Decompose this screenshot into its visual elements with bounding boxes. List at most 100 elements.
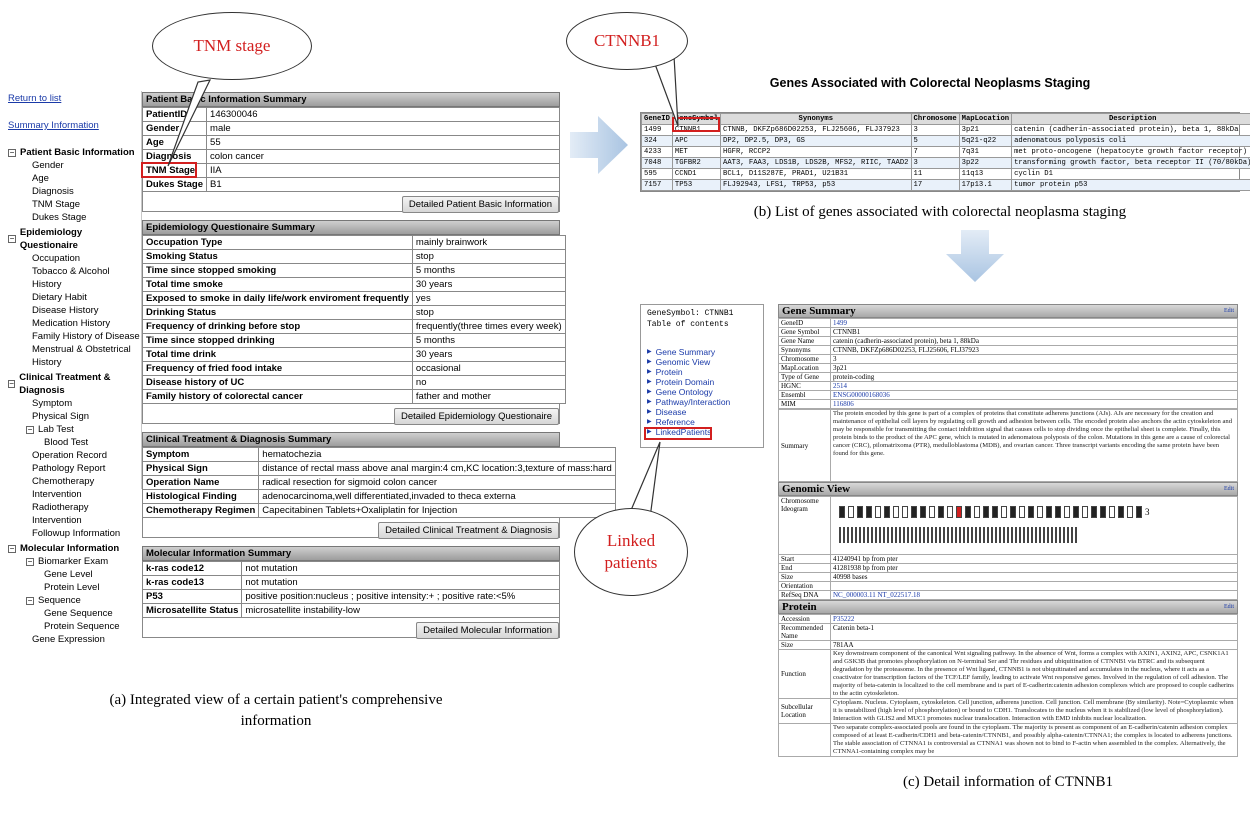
toc-item[interactable]: ▶ Gene Ontology — [647, 387, 757, 397]
toc-item-label[interactable]: Gene Ontology — [656, 387, 713, 397]
sidebar-subgroup[interactable]: − Sequence — [8, 594, 140, 607]
table-row[interactable]: 595 CCND1 BCL1, D11S287E, PRAD1, U21B31 11 1… — [641, 168, 1250, 180]
clinical-table: Symptom hematochezia Physical Sign distance… — [141, 447, 616, 518]
table-row: Chemotherapy Regimen Capecitabinen Tablet… — [141, 503, 616, 518]
table-cell[interactable]: CCND1 — [671, 168, 722, 180]
table-cell[interactable]: APC — [671, 135, 722, 147]
field-value[interactable]: 116806 — [830, 399, 1238, 409]
table-cell: 7048 — [641, 157, 673, 169]
sidebar-item[interactable]: Symptom — [8, 397, 140, 410]
chromosome-band — [1082, 506, 1088, 518]
summary-information-link[interactable]: Summary Information — [8, 119, 140, 132]
collapse-icon[interactable]: − — [8, 544, 16, 553]
sidebar-item[interactable]: Physical Sign — [8, 410, 140, 423]
sidebar-item[interactable]: Family History of Disease — [8, 330, 140, 343]
sidebar-item[interactable]: Followup Information — [8, 527, 140, 540]
band-tick — [1035, 527, 1037, 543]
detailed-clinical-button[interactable]: Detailed Clinical Treatment & Diagnosis — [378, 522, 559, 539]
field-value[interactable]: 2514 — [830, 381, 1238, 391]
chromosome-band — [1118, 506, 1124, 518]
field-value[interactable]: 1499 — [830, 318, 1238, 328]
table-cell: catenin (cadherin-associated protein), b… — [1011, 124, 1250, 136]
sidebar-item[interactable]: Pathology Report — [8, 462, 140, 475]
protein-edit-link[interactable]: Edit — [1224, 601, 1234, 613]
collapse-icon[interactable]: − — [26, 557, 34, 566]
toc-item[interactable]: ▶ Pathway/Interaction — [647, 397, 757, 407]
genes-table-wrap: GeneID GeneSymbol Synonyms Chromosome MapLoc… — [640, 112, 1250, 192]
sidebar-item[interactable]: Blood Test — [8, 436, 140, 449]
sidebar-item[interactable]: Dietary Habit — [8, 291, 140, 304]
toc-item[interactable]: ▶ Reference — [647, 417, 757, 427]
sidebar-item[interactable]: Diagnosis — [8, 185, 140, 198]
toc-item-label[interactable]: Pathway/Interaction — [656, 397, 731, 407]
sidebar-item[interactable]: TNM Stage — [8, 198, 140, 211]
toc-item[interactable]: ▶ Disease — [647, 407, 757, 417]
sidebar-item[interactable]: Dukes Stage — [8, 211, 140, 224]
toc-item[interactable]: ▶ Protein Domain — [647, 377, 757, 387]
toc-item-label[interactable]: Protein — [656, 367, 683, 377]
sidebar-item[interactable]: Chemotherapy Intervention — [8, 475, 140, 501]
table-row[interactable]: 324 APC DP2, DP2.5, DP3, GS 5 5q21-q22 adenom… — [641, 135, 1250, 147]
sidebar-item[interactable]: Protein Sequence — [8, 620, 140, 633]
table-row[interactable]: 7157 TP53 FLJ92943, LFS1, TRP53, p53 17 17p1… — [641, 179, 1250, 191]
collapse-icon[interactable]: − — [8, 235, 16, 243]
collapse-icon[interactable]: − — [8, 380, 16, 388]
sidebar-group[interactable]: − Epidemiology Questionaire — [8, 226, 140, 252]
sidebar-item[interactable]: Gene Level — [8, 568, 140, 581]
table-row[interactable]: 7048 TGFBR2 AAT3, FAA3, LDS1B, LDS2B, MFS2… — [641, 157, 1250, 169]
genomic-edit-link[interactable]: Edit — [1224, 483, 1234, 495]
sidebar-group[interactable]: − Clinical Treatment & Diagnosis — [8, 371, 140, 397]
sidebar-item[interactable]: Medication History — [8, 317, 140, 330]
sidebar-item[interactable]: Age — [8, 172, 140, 185]
toc-item-label[interactable]: Disease — [656, 407, 687, 417]
chromosome-band — [1136, 506, 1142, 518]
table-cell: 3 — [910, 124, 960, 136]
field-value[interactable]: ENSG00000168036 — [830, 390, 1238, 400]
table-row[interactable]: 4233 MET HGFR, RCCP2 7 7q31 met proto-oncogen… — [641, 146, 1250, 158]
table-cell[interactable]: TP53 — [671, 179, 722, 191]
sidebar-group[interactable]: − Patient Basic Information — [8, 146, 140, 159]
toc-item-label[interactable]: Reference — [656, 417, 695, 427]
toc-item-label[interactable]: Genomic View — [656, 357, 711, 367]
collapse-icon[interactable]: − — [26, 596, 34, 605]
table-row[interactable]: 1499 CTNNB1 CTNNB, DKFZp686D02253, FLJ2560… — [641, 124, 1250, 136]
collapse-icon[interactable]: − — [8, 148, 16, 157]
collapse-icon[interactable]: − — [26, 425, 34, 434]
table-cell: DP2, DP2.5, DP3, GS — [720, 135, 912, 147]
detailed-molecular-button[interactable]: Detailed Molecular Information — [416, 622, 559, 639]
toc-item-label[interactable]: Protein Domain — [656, 377, 715, 387]
sidebar-subgroup[interactable]: − Biomarker Exam — [8, 555, 140, 568]
chromosome-band — [1019, 506, 1025, 518]
toc-item[interactable]: ▶ Gene Summary — [647, 347, 757, 357]
field-value[interactable]: NC_000003.11 NT_022517.18 — [830, 590, 1238, 600]
sidebar-item[interactable]: Gender — [8, 159, 140, 172]
chromosome-band — [875, 506, 881, 518]
chromosome-band — [1100, 506, 1106, 518]
sidebar-item[interactable]: Protein Level — [8, 581, 140, 594]
sidebar-group[interactable]: − Molecular Information — [8, 542, 140, 555]
sidebar-item[interactable]: Occupation — [8, 252, 140, 265]
gene-detail-main: Gene Summary Edit GeneID 1499 Gene Symbol CT… — [778, 304, 1238, 770]
sidebar-item[interactable]: Menstrual & Obstetrical History — [8, 343, 140, 369]
toc-item[interactable]: ▶ Genomic View — [647, 357, 757, 367]
sidebar-subgroup[interactable]: − Lab Test — [8, 423, 140, 436]
detailed-epidemiology-button[interactable]: Detailed Epidemiology Questionaire — [393, 408, 559, 425]
toc-item-label[interactable]: Gene Summary — [656, 347, 716, 357]
band-labels — [833, 527, 1235, 547]
return-to-list-link[interactable]: Return to list — [8, 92, 140, 105]
table-cell[interactable]: MET — [671, 146, 722, 158]
sidebar-item[interactable]: Tobacco & Alcohol History — [8, 265, 140, 291]
toc-item[interactable]: ▶ Protein — [647, 367, 757, 377]
sidebar-item[interactable]: Gene Expression — [8, 633, 140, 646]
sidebar-item[interactable]: Gene Sequence — [8, 607, 140, 620]
table-cell[interactable]: TGFBR2 — [671, 157, 722, 169]
field-value: Cytoplasm. Nucleus. Cytoplasm, cytoskele… — [830, 698, 1238, 724]
sidebar-item[interactable]: Radiotherapy Intervention — [8, 501, 140, 527]
detailed-basic-info-button[interactable]: Detailed Patient Basic Information — [401, 196, 559, 213]
sidebar-item[interactable]: Operation Record — [8, 449, 140, 462]
band-tick — [895, 527, 897, 543]
field-value[interactable]: P35222 — [830, 614, 1238, 624]
gene-summary-edit-link[interactable]: Edit — [1224, 305, 1234, 317]
sidebar-item[interactable]: Disease History — [8, 304, 140, 317]
table-row: Subcellular Location Cytoplasm. Nucleus. … — [778, 698, 1238, 724]
